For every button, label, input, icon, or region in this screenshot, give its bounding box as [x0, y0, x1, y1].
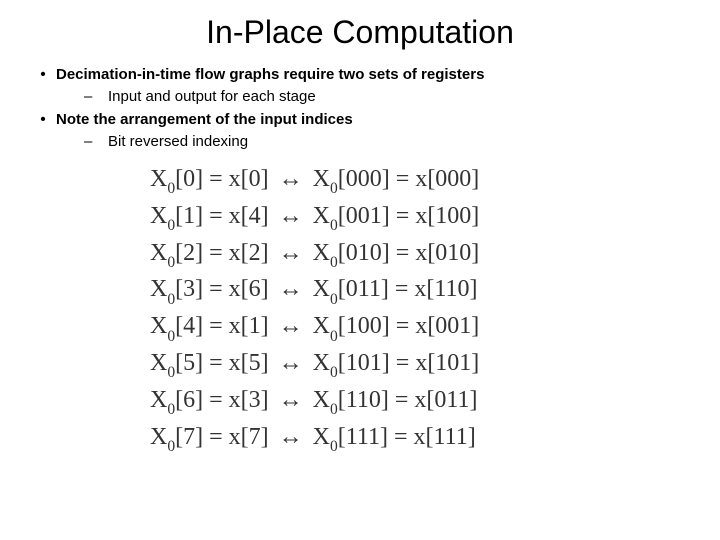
equation-row: X0[0] = x[0] ↔ X0[000] = x[000]	[150, 166, 690, 197]
equation-row: X0[1] = x[4] ↔ X0[001] = x[100]	[150, 203, 690, 234]
equation-row: X0[7] = x[7] ↔ X0[111] = x[111]	[150, 424, 690, 455]
bullet-dot-icon: •	[30, 110, 56, 130]
bullet-text: Decimation-in-time flow graphs require t…	[56, 65, 484, 85]
equation-row: X0[3] = x[6] ↔ X0[011] = x[110]	[150, 276, 690, 307]
bullet-text: Bit reversed indexing	[108, 132, 248, 152]
slide-title: In-Place Computation	[30, 14, 690, 51]
bullet-dash-icon: –	[84, 132, 108, 152]
bullet-list: • Decimation-in-time flow graphs require…	[30, 65, 690, 152]
equation-row: X0[6] = x[3] ↔ X0[110] = x[011]	[150, 387, 690, 418]
equation-block: X0[0] = x[0] ↔ X0[000] = x[000] X0[1] = x…	[150, 166, 690, 454]
equation-row: X0[2] = x[2] ↔ X0[010] = x[010]	[150, 240, 690, 271]
bullet-item: • Note the arrangement of the input indi…	[30, 110, 690, 130]
bullet-item: • Decimation-in-time flow graphs require…	[30, 65, 690, 85]
bullet-text: Input and output for each stage	[108, 87, 316, 107]
bullet-dot-icon: •	[30, 65, 56, 85]
bullet-text: Note the arrangement of the input indice…	[56, 110, 353, 130]
equation-row: X0[4] = x[1] ↔ X0[100] = x[001]	[150, 313, 690, 344]
equation-row: X0[5] = x[5] ↔ X0[101] = x[101]	[150, 350, 690, 381]
bullet-subitem: – Bit reversed indexing	[84, 132, 690, 152]
bullet-dash-icon: –	[84, 87, 108, 107]
bullet-subitem: – Input and output for each stage	[84, 87, 690, 107]
